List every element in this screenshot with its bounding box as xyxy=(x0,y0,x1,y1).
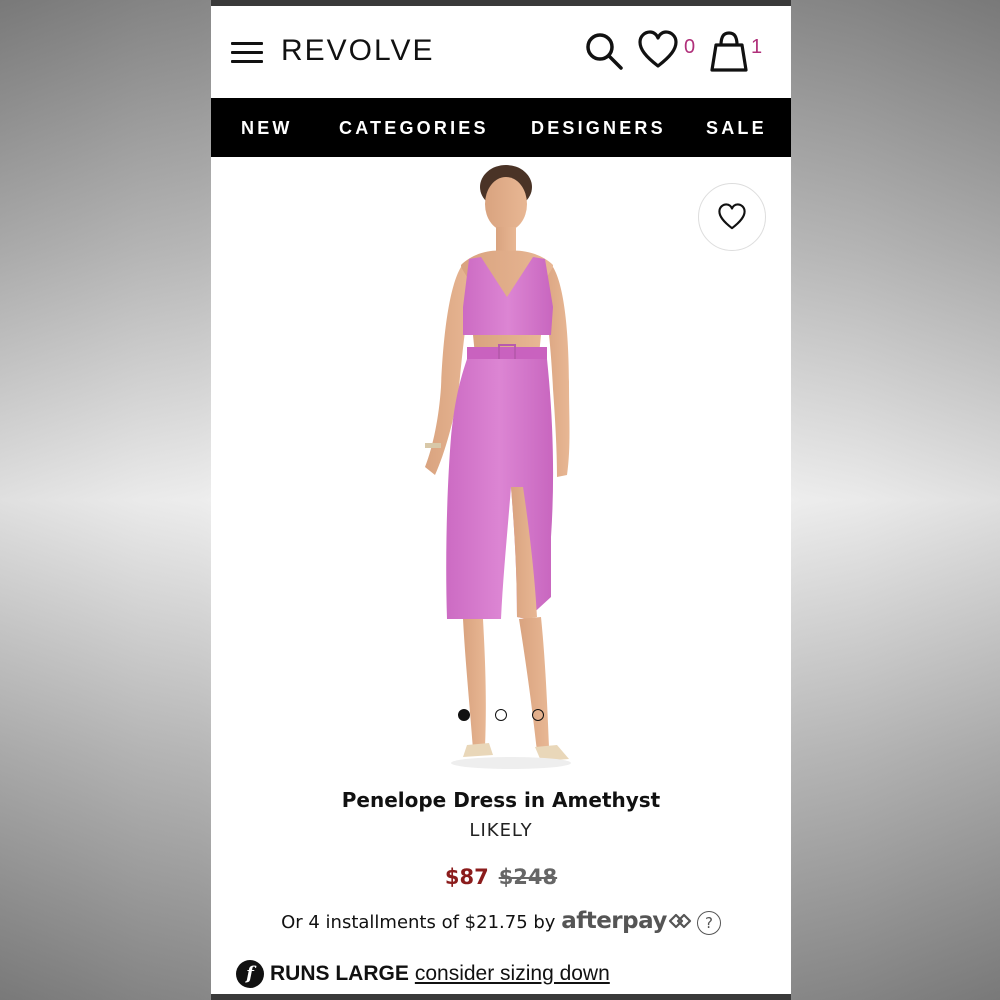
product-brand[interactable]: LIKELY xyxy=(211,820,791,841)
installments-row: Or 4 installments of $21.75 by afterpay? xyxy=(211,908,791,935)
menu-icon[interactable] xyxy=(231,42,263,64)
carousel-dot[interactable] xyxy=(458,709,470,721)
bottom-edge-strip xyxy=(211,994,791,1000)
fit-icon: f xyxy=(236,960,264,988)
shopping-bag-icon[interactable] xyxy=(708,30,750,74)
nav-item-designers[interactable]: DESIGNERS xyxy=(531,118,666,139)
fit-advice-row: f RUNS LARGE consider sizing down xyxy=(236,960,776,990)
product-photo xyxy=(425,165,571,769)
help-icon[interactable]: ? xyxy=(696,911,721,935)
afterpay-logo: afterpay xyxy=(561,908,667,934)
left-background-band xyxy=(0,0,211,1000)
brand-logo[interactable]: REVOLVE xyxy=(281,34,435,68)
product-image-carousel[interactable] xyxy=(211,157,791,775)
header: REVOLVE 0 1 xyxy=(211,6,791,98)
sale-price: $87 xyxy=(444,865,489,889)
original-price: $248 xyxy=(498,865,558,889)
wishlist-count: 0 xyxy=(684,36,696,58)
wishlist-heart-icon[interactable] xyxy=(637,30,679,70)
main-nav: NEW CATEGORIES DESIGNERS SALE xyxy=(211,98,791,157)
right-background-band xyxy=(791,0,1000,1000)
carousel-dots xyxy=(211,709,791,723)
bag-count: 1 xyxy=(751,36,763,58)
afterpay-arrows-icon xyxy=(668,913,692,929)
sizing-advice-link[interactable]: consider sizing down xyxy=(415,962,610,985)
phone-screen: REVOLVE 0 1 NEW CATEGORIES DESIGNERS SAL… xyxy=(211,0,791,1000)
add-to-wishlist-button[interactable] xyxy=(698,183,766,251)
fit-label: RUNS LARGE xyxy=(270,962,409,985)
carousel-dot[interactable] xyxy=(495,709,507,721)
nav-item-sale[interactable]: SALE xyxy=(706,118,767,139)
heart-icon xyxy=(718,203,746,230)
price-row: $87 $248 xyxy=(211,865,791,889)
installments-text: Or 4 installments of $21.75 by xyxy=(281,912,556,933)
nav-item-new[interactable]: NEW xyxy=(241,118,293,139)
carousel-dot[interactable] xyxy=(532,709,544,721)
nav-item-categories[interactable]: CATEGORIES xyxy=(339,118,489,139)
search-icon[interactable] xyxy=(583,30,625,72)
product-title: Penelope Dress in Amethyst xyxy=(341,788,661,812)
